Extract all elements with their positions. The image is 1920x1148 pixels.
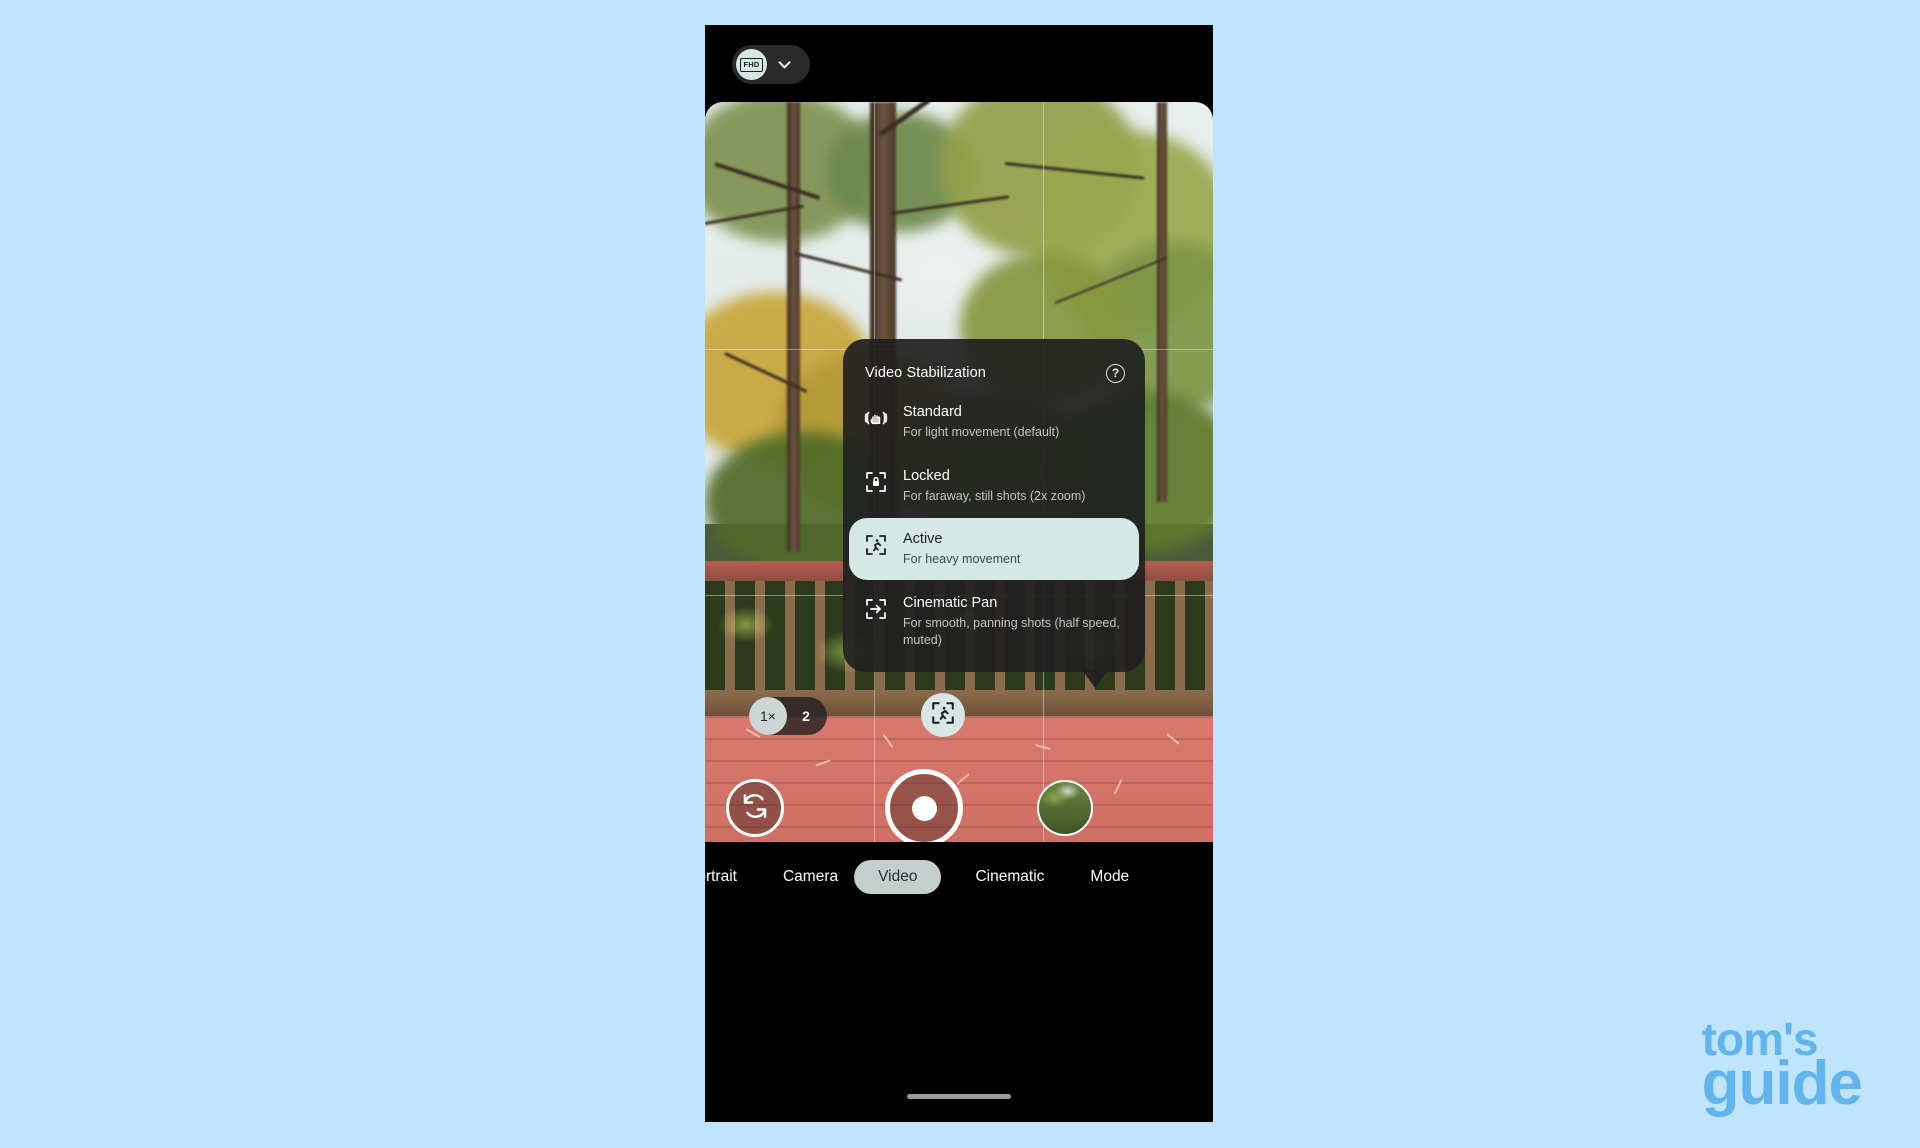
flip-camera-icon [740, 791, 770, 826]
mode-tab-camera[interactable]: Camera [773, 868, 848, 886]
stab-option-description: For heavy movement [903, 552, 1021, 567]
hand-shake-stabilization-icon [863, 405, 889, 431]
dialog-header: Video Stabilization ? [843, 357, 1145, 389]
camera-mode-bar[interactable]: Portrait Camera Video Cinematic Mode [705, 842, 1213, 912]
stab-option-title: Active [903, 531, 943, 548]
pine-needle [882, 734, 894, 749]
stab-option-standard[interactable]: Standard For light movement (default) [849, 391, 1139, 453]
zoom-option-2x[interactable]: 2 [787, 697, 825, 735]
gallery-thumbnail-button[interactable] [1037, 780, 1093, 836]
stab-option-title: Cinematic Pan [903, 594, 998, 611]
video-stabilization-dialog: Video Stabilization ? Standard For light… [843, 339, 1145, 688]
pine-needle [1166, 733, 1180, 746]
watermark-line-2: guide [1701, 1049, 1863, 1119]
dialog-title: Video Stabilization [865, 365, 986, 381]
camera-top-bar: FHD [705, 25, 1213, 102]
fhd-label: FHD [740, 57, 763, 72]
mode-tab-mode[interactable]: Mode [1080, 868, 1139, 886]
tree-trunk [787, 102, 800, 552]
pine-needle [956, 773, 970, 786]
camera-viewfinder[interactable]: 1× 2 Video Stabilization ? Standard For … [705, 102, 1213, 842]
arrow-pan-frame-icon [863, 596, 889, 622]
video-quality-chip[interactable]: FHD [732, 45, 810, 84]
zoom-level-toggle[interactable]: 1× 2 [749, 697, 827, 735]
stabilization-button[interactable] [921, 693, 965, 737]
record-button[interactable] [885, 769, 963, 842]
running-person-frame-icon [863, 532, 889, 558]
stab-option-cinematic-pan[interactable]: Cinematic Pan For smooth, panning shots … [849, 582, 1139, 660]
running-person-frame-icon [930, 700, 956, 731]
stab-option-locked[interactable]: Locked For faraway, still shots (2x zoom… [849, 455, 1139, 517]
mode-tab-cinematic[interactable]: Cinematic [965, 868, 1054, 886]
record-button-icon [911, 795, 937, 821]
stab-option-title: Standard [903, 404, 962, 420]
home-indicator[interactable] [907, 1094, 1011, 1099]
stab-option-description: For faraway, still shots (2x zoom) [903, 488, 1086, 503]
stab-option-description: For smooth, panning shots (half speed, m… [903, 616, 1120, 647]
mode-tab-portrait[interactable]: Portrait [705, 868, 747, 886]
pine-needle [1113, 779, 1123, 795]
help-circle-icon[interactable]: ? [1106, 363, 1125, 383]
device-bottom-area [705, 912, 1213, 1122]
dialog-pointer-tail [1082, 670, 1108, 688]
pine-needle [1035, 744, 1051, 751]
toms-guide-watermark: tom's guide [1701, 1017, 1863, 1119]
stab-option-title: Locked [903, 467, 950, 484]
flip-camera-button[interactable] [726, 779, 784, 837]
chevron-down-icon[interactable] [776, 56, 793, 73]
stab-option-active[interactable]: Active For heavy movement [849, 518, 1139, 580]
stab-option-description: For light movement (default) [903, 425, 1060, 440]
page-canvas: FHD 1× 2 Video Stabilization ? Standard … [0, 0, 1920, 1148]
mode-tab-video[interactable]: Video [854, 860, 942, 894]
pine-needle [815, 759, 831, 767]
phone-device-frame: FHD 1× 2 Video Stabilization ? Standard … [705, 25, 1213, 1122]
lock-frame-icon [863, 469, 889, 495]
tree-trunk [1157, 102, 1167, 502]
zoom-option-1x[interactable]: 1× [749, 697, 787, 735]
fhd-quality-badge[interactable]: FHD [736, 49, 767, 80]
